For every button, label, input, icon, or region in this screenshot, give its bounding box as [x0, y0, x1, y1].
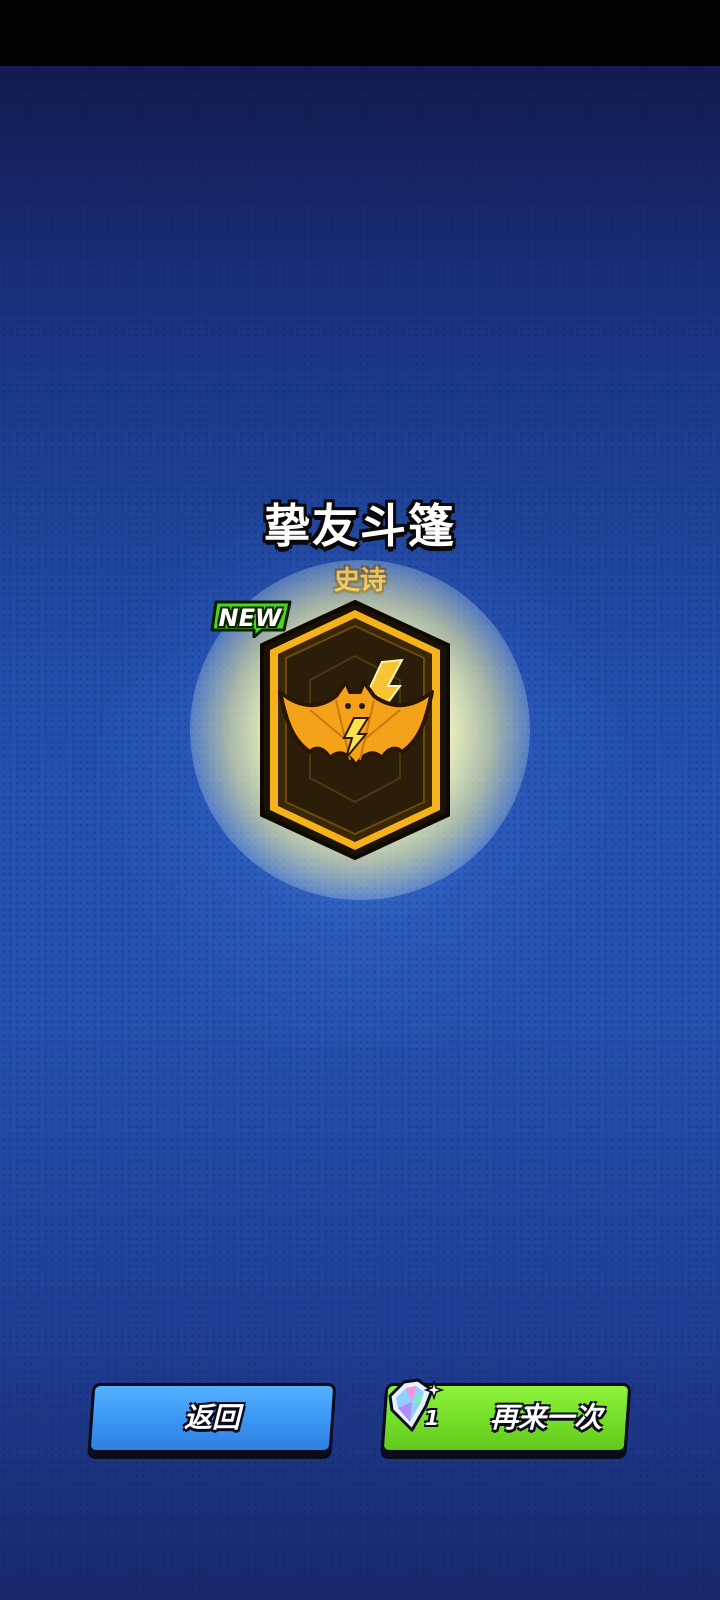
- bat-cape-lightning-icon: [260, 600, 450, 860]
- status-bar: [0, 0, 720, 66]
- back-button[interactable]: 返回: [87, 1383, 337, 1453]
- draw-again-cost: 1: [425, 1406, 439, 1430]
- reward-screen: 挚友斗篷 史诗 NEW 返回 再来一次 1: [0, 0, 720, 1600]
- item-title: 挚友斗篷: [264, 499, 456, 553]
- new-tag-label: NEW: [218, 604, 282, 632]
- draw-again-button-label: 再来一次: [489, 1401, 602, 1434]
- back-button-label: 返回: [183, 1401, 240, 1434]
